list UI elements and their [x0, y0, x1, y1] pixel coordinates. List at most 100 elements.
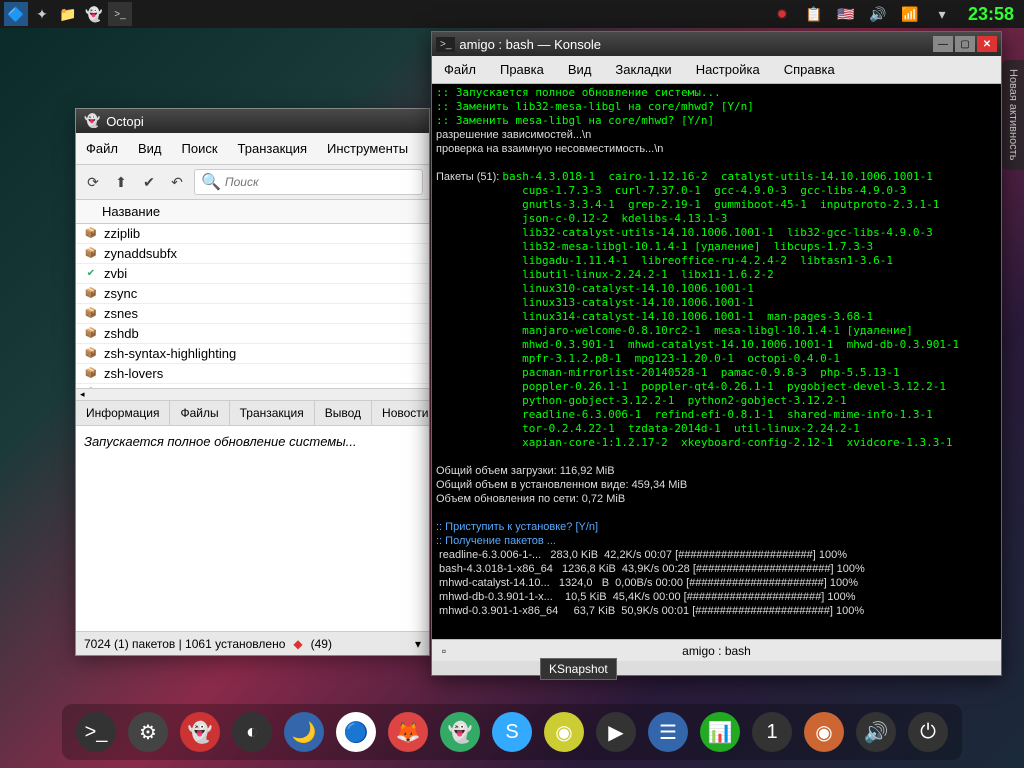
octopi-statusbar: 7024 (1) пакетов | 1061 установлено ◆ (4… — [76, 631, 429, 655]
konsole-tab-label[interactable]: amigo : bash — [456, 644, 977, 658]
tray-keyboard-icon[interactable]: 🇺🇸 — [834, 2, 858, 26]
info-tabs: ИнформацияФайлыТранзакцияВыводНовости — [76, 400, 429, 426]
package-icon: 📦 — [82, 248, 100, 259]
upgrade-icon[interactable]: ⬆ — [110, 171, 132, 193]
dock-icon-3[interactable]: ◐ — [232, 712, 272, 752]
konsole-menu-5[interactable]: Справка — [772, 59, 847, 80]
octopi-menu-0[interactable]: Файл — [76, 137, 128, 160]
apply-icon[interactable]: ✔ — [138, 171, 160, 193]
konsole-app-icon: >_ — [436, 37, 455, 52]
tray-expand-icon[interactable]: ▾ — [930, 2, 954, 26]
konsole-menubar: ФайлПравкаВидЗакладкиНастройкаСправка — [432, 56, 1001, 84]
dock-icon-5[interactable]: 🔵 — [336, 712, 376, 752]
sync-icon[interactable]: ⟳ — [82, 171, 104, 193]
octopi-menu-1[interactable]: Вид — [128, 137, 172, 160]
konsole-menu-2[interactable]: Вид — [556, 59, 604, 80]
terminal-output[interactable]: :: Запускается полное обновление системы… — [432, 84, 1001, 639]
dock-icon-15[interactable]: 🔊 — [856, 712, 896, 752]
dock-icon-13[interactable]: 1 — [752, 712, 792, 752]
package-row[interactable]: 📦zsh-lovers — [76, 364, 429, 384]
dock-icon-10[interactable]: ▶ — [596, 712, 636, 752]
package-row[interactable]: 📦zziplib — [76, 224, 429, 244]
package-row[interactable]: 📦zynaddsubfx — [76, 244, 429, 264]
dock-icon-12[interactable]: 📊 — [700, 712, 740, 752]
tab-2[interactable]: Транзакция — [230, 401, 315, 425]
clock[interactable]: 23:58 — [962, 4, 1020, 25]
package-name: zsync — [104, 286, 137, 301]
dock-icon-16[interactable]: ⏻ — [908, 712, 948, 752]
dock-icon-4[interactable]: 🌙 — [284, 712, 324, 752]
ghost-app-icon[interactable]: 👻 — [82, 2, 106, 26]
dock-icon-7[interactable]: 👻 — [440, 712, 480, 752]
octopi-menu-4[interactable]: Инструменты — [317, 137, 418, 160]
top-taskbar: 🔷 ✦ 📁 👻 >_ ✹ 📋 🇺🇸 🔊 📶 ▾ 23:58 — [0, 0, 1024, 28]
package-row[interactable]: 📦 zsnes — [76, 304, 429, 324]
tray-network-icon[interactable]: 📶 — [898, 2, 922, 26]
package-row[interactable]: 📦 zsync — [76, 284, 429, 304]
h-scrollbar[interactable]: ◂ — [76, 388, 429, 400]
sidebar-new-activity[interactable]: Новая активность — [1002, 60, 1024, 170]
tooltip: KSnapshot — [540, 658, 617, 680]
dock-icon-0[interactable]: >_ — [76, 712, 116, 752]
octopi-window: 👻 Octopi ФайлВидПоискТранзакцияИнструмен… — [75, 108, 430, 656]
dock-icon-6[interactable]: 🦊 — [388, 712, 428, 752]
info-text: Запускается полное обновление системы... — [84, 434, 357, 449]
package-icon: 📦 — [82, 328, 100, 339]
package-name: zsnes — [104, 306, 138, 321]
konsole-titlebar[interactable]: >_ amigo : bash — Konsole — ▢ ✕ — [432, 32, 1001, 56]
octopi-app-icon: 👻 — [84, 113, 100, 129]
files-icon[interactable]: 📁 — [56, 2, 80, 26]
installed-icon: ✔ — [82, 268, 100, 279]
octopi-menu-2[interactable]: Поиск — [172, 137, 228, 160]
konsole-tabbar: ▫ amigo : bash — [432, 639, 1001, 661]
konsole-menu-1[interactable]: Правка — [488, 59, 556, 80]
package-list[interactable]: 📦zziplib📦zynaddsubfx✔zvbi📦zsync📦zsnes📦zs… — [76, 224, 429, 388]
status-packages: 7024 (1) пакетов | 1061 установлено — [84, 637, 285, 651]
dock-icon-8[interactable]: S — [492, 712, 532, 752]
package-name: zsh-doc — [104, 386, 150, 388]
tab-4[interactable]: Новости — [372, 401, 439, 425]
package-list-header[interactable]: Название — [76, 200, 429, 224]
konsole-menu-0[interactable]: Файл — [432, 59, 488, 80]
tray-volume-icon[interactable]: 🔊 — [866, 2, 890, 26]
octopi-menu-3[interactable]: Транзакция — [228, 137, 317, 160]
tab-3[interactable]: Вывод — [315, 401, 372, 425]
terminal-icon[interactable]: >_ — [108, 2, 132, 26]
octopi-title-text: Octopi — [106, 114, 144, 129]
package-icon: 📦 — [82, 288, 100, 299]
dock-icon-9[interactable]: ◉ — [544, 712, 584, 752]
dock-icon-11[interactable]: ☰ — [648, 712, 688, 752]
konsole-menu-3[interactable]: Закладки — [603, 59, 683, 80]
tray-clipboard-icon[interactable]: 📋 — [802, 2, 826, 26]
tab-1[interactable]: Файлы — [170, 401, 229, 425]
new-tab-icon[interactable]: ▫ — [432, 644, 456, 658]
tray-update-icon[interactable]: ✹ — [770, 2, 794, 26]
konsole-title-text: amigo : bash — Konsole — [459, 37, 601, 52]
package-name: zsh-syntax-highlighting — [104, 346, 236, 361]
cancel-icon[interactable]: ↶ — [166, 171, 188, 193]
package-icon: 📦 — [82, 348, 100, 359]
octopi-menubar: ФайлВидПоискТранзакцияИнструменты — [76, 133, 429, 165]
package-name: zshdb — [104, 326, 139, 341]
dock-icon-1[interactable]: ⚙ — [128, 712, 168, 752]
close-button[interactable]: ✕ — [977, 36, 997, 52]
dock-icon-2[interactable]: 👻 — [180, 712, 220, 752]
package-row[interactable]: 📦 zshdb — [76, 324, 429, 344]
octopi-titlebar[interactable]: 👻 Octopi — [76, 109, 429, 133]
konsole-menu-4[interactable]: Настройка — [684, 59, 772, 80]
maximize-button[interactable]: ▢ — [955, 36, 975, 52]
package-row[interactable]: ✔zvbi — [76, 264, 429, 284]
dock: >_ ⚙ 👻 ◐ 🌙 🔵 🦊 👻 S ◉ ▶ ☰ 📊 1 ◉ 🔊 ⏻ — [62, 704, 962, 760]
activities-icon[interactable]: ✦ — [30, 2, 54, 26]
kde-menu-icon[interactable]: 🔷 — [4, 2, 28, 26]
search-input[interactable] — [225, 175, 416, 189]
minimize-button[interactable]: — — [933, 36, 953, 52]
package-icon: 📦 — [82, 308, 100, 319]
info-panel: Запускается полное обновление системы... — [76, 426, 429, 648]
status-dropdown-icon[interactable]: ▾ — [415, 637, 421, 651]
dock-icon-14[interactable]: ◉ — [804, 712, 844, 752]
package-row[interactable]: 📦 zsh-syntax-highlighting — [76, 344, 429, 364]
tab-0[interactable]: Информация — [76, 401, 170, 425]
column-name: Название — [102, 204, 160, 219]
package-name: zziplib — [104, 226, 140, 241]
